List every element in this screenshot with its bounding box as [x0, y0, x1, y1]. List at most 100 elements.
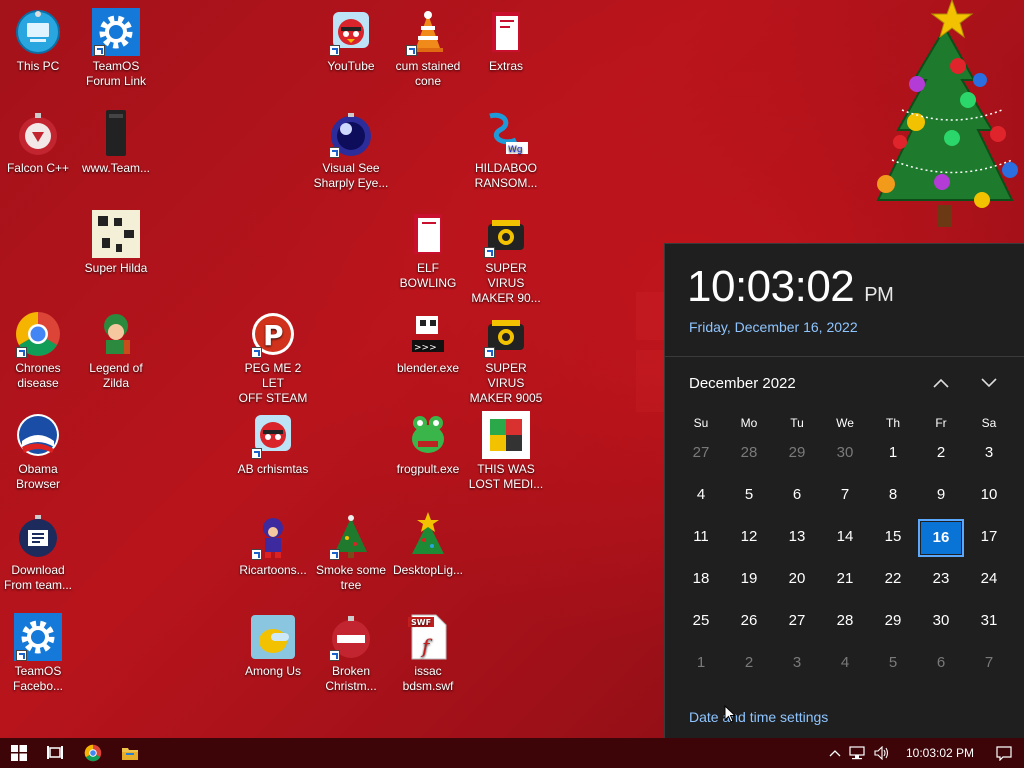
desktop-icon-blender[interactable]: >>> blender.exe: [390, 310, 466, 376]
calendar-day-today[interactable]: 16: [918, 519, 964, 557]
flyout-clock: 10:03:02 PM: [687, 262, 894, 312]
icon-label: YouTube: [327, 59, 375, 73]
calendar-day[interactable]: 12: [725, 520, 773, 562]
calendar-day[interactable]: 1: [677, 646, 725, 688]
wallpaper-pane: [636, 292, 664, 340]
christmas-tree-gadget[interactable]: [862, 0, 1024, 238]
calendar-day[interactable]: 30: [821, 436, 869, 478]
calendar-day[interactable]: 4: [677, 478, 725, 520]
calendar-day[interactable]: 22: [869, 562, 917, 604]
calendar-day[interactable]: 21: [821, 562, 869, 604]
calendar-day[interactable]: 6: [773, 478, 821, 520]
shortcut-arrow-icon: [329, 147, 340, 158]
desktop-icon-issac-swf[interactable]: SWF f issac bdsm.swf: [390, 613, 466, 694]
desktop-icon-cone[interactable]: cum stained cone: [390, 8, 466, 89]
calendar-day[interactable]: 20: [773, 562, 821, 604]
desktop-icon-download-team[interactable]: Download From team...: [0, 512, 76, 593]
calendar-flyout[interactable]: 10:03:02 PM Friday, December 16, 2022 Dec…: [664, 243, 1024, 738]
calendar-day[interactable]: 2: [917, 436, 965, 478]
calendar-day[interactable]: 9: [917, 478, 965, 520]
calendar-day[interactable]: 27: [677, 436, 725, 478]
calendar-day[interactable]: 24: [965, 562, 1013, 604]
desktop[interactable]: This PC TeamOS Forum Link YouTube cum st…: [0, 0, 1024, 738]
desktop-icon-this-pc[interactable]: This PC: [0, 8, 76, 74]
icon-label: disease: [17, 376, 59, 390]
desktop-icon-falcon[interactable]: Falcon C++: [0, 110, 76, 176]
calendar-day[interactable]: 19: [725, 562, 773, 604]
desktop-icon-chrones[interactable]: Chrones disease: [0, 310, 76, 391]
desktop-icon-frogpult[interactable]: frogpult.exe: [390, 411, 466, 477]
desktop-icon-ricartoons[interactable]: Ricartoons...: [235, 512, 311, 578]
calendar-day[interactable]: 1: [869, 436, 917, 478]
calendar-day[interactable]: 25: [677, 604, 725, 646]
calendar-day[interactable]: 4: [821, 646, 869, 688]
next-month-button[interactable]: [975, 370, 1003, 396]
icon-label: PEG ME 2 LET: [244, 361, 302, 390]
calendar-day[interactable]: 8: [869, 478, 917, 520]
icon-label: AB crhismtas: [237, 462, 309, 476]
desktop-icon-team-www[interactable]: www.Team...: [78, 110, 154, 176]
calendar-day[interactable]: 5: [725, 478, 773, 520]
desktop-icon-teamos-facebook[interactable]: TeamOS Facebo...: [0, 613, 76, 694]
calendar-day[interactable]: 30: [917, 604, 965, 646]
icon-label: Browser: [15, 477, 60, 491]
desktop-icon-desktoplights[interactable]: DesktopLig...: [390, 512, 466, 578]
desktop-icon-youtube[interactable]: YouTube: [313, 8, 389, 74]
calendar-day[interactable]: 26: [725, 604, 773, 646]
shortcut-arrow-icon: [484, 347, 495, 358]
taskbar-file-explorer-button[interactable]: [111, 738, 149, 768]
icon-label: Falcon C++: [6, 161, 70, 175]
icon-label: TeamOS: [92, 59, 140, 73]
action-center-button[interactable]: [988, 745, 1020, 761]
desktop-icon-broken-christmas[interactable]: Broken Christm...: [313, 613, 389, 694]
calendar-day[interactable]: 23: [917, 562, 965, 604]
desktop-icon-teamos-forum[interactable]: TeamOS Forum Link: [78, 8, 154, 89]
desktop-icon-extras[interactable]: Extras: [468, 8, 544, 74]
desktop-icon-visual-see[interactable]: Visual See Sharply Eye...: [313, 110, 389, 191]
calendar-day[interactable]: 3: [965, 436, 1013, 478]
calendar-day[interactable]: 14: [821, 520, 869, 562]
calendar-day[interactable]: 3: [773, 646, 821, 688]
flyout-full-date[interactable]: Friday, December 16, 2022: [689, 319, 858, 335]
calendar-day[interactable]: 28: [821, 604, 869, 646]
desktop-icon-smoke-tree[interactable]: Smoke some tree: [313, 512, 389, 593]
desktop-icon-super-hilda[interactable]: Super Hilda: [78, 210, 154, 276]
desktop-icon-among-us[interactable]: Among Us: [235, 613, 311, 679]
desktop-icon-lost-media[interactable]: THIS WAS LOST MEDI...: [468, 411, 544, 492]
calendar-day[interactable]: 11: [677, 520, 725, 562]
calendar-day[interactable]: 31: [965, 604, 1013, 646]
month-header[interactable]: December 2022: [689, 375, 796, 392]
calendar-day[interactable]: 7: [965, 646, 1013, 688]
start-button[interactable]: [0, 738, 38, 768]
calendar-day[interactable]: 5: [869, 646, 917, 688]
taskbar-clock[interactable]: 10:03:02 PM: [894, 746, 988, 760]
desktop-icon-peg-me-2[interactable]: P PEG ME 2 LET OFF STEAM: [235, 310, 311, 406]
show-hidden-icons-button[interactable]: [826, 749, 844, 757]
volume-button[interactable]: [870, 746, 894, 760]
desktop-icon-elf-bowling[interactable]: ELF BOWLING: [390, 210, 466, 291]
desktop-icon-legend-zilda[interactable]: Legend of Zilda: [78, 310, 154, 391]
calendar-day[interactable]: 18: [677, 562, 725, 604]
calendar-day[interactable]: 29: [773, 436, 821, 478]
date-time-settings-link[interactable]: Date and time settings: [689, 709, 828, 725]
task-view-button[interactable]: [36, 738, 74, 768]
calendar-day[interactable]: 29: [869, 604, 917, 646]
angry-bird-icon: [327, 8, 375, 56]
desktop-icon-super-virus-9005[interactable]: SUPER VIRUS MAKER 9005: [468, 310, 544, 406]
calendar-day[interactable]: 7: [821, 478, 869, 520]
previous-month-button[interactable]: [927, 370, 955, 396]
network-button[interactable]: [844, 746, 870, 760]
calendar-day[interactable]: 27: [773, 604, 821, 646]
calendar-day[interactable]: 13: [773, 520, 821, 562]
desktop-icon-ab-christmas[interactable]: AB crhismtas: [235, 411, 311, 477]
calendar-day[interactable]: 17: [965, 520, 1013, 562]
taskbar-chrome-button[interactable]: [74, 738, 112, 768]
calendar-day[interactable]: 28: [725, 436, 773, 478]
calendar-day[interactable]: 2: [725, 646, 773, 688]
calendar-day[interactable]: 15: [869, 520, 917, 562]
calendar-day[interactable]: 6: [917, 646, 965, 688]
desktop-icon-obama-browser[interactable]: Obama Browser: [0, 411, 76, 492]
desktop-icon-hildaboo[interactable]: Wg HILDABOO RANSOM...: [468, 110, 544, 191]
calendar-day[interactable]: 10: [965, 478, 1013, 520]
desktop-icon-super-virus-90[interactable]: SUPER VIRUS MAKER 90...: [468, 210, 544, 306]
